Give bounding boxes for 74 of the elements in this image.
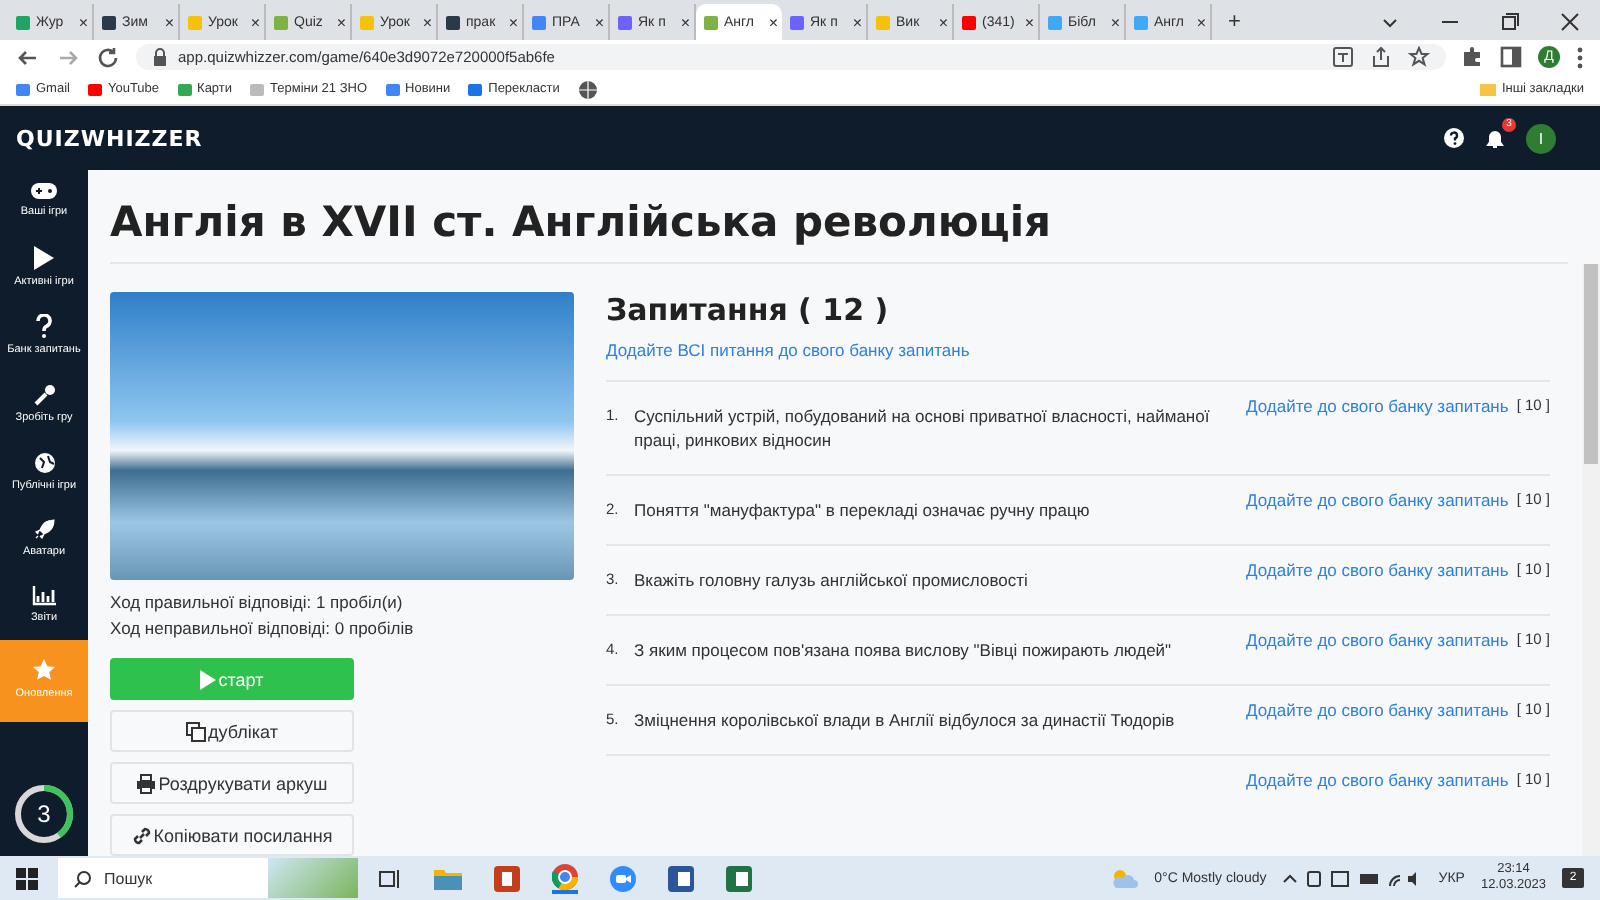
add-to-bank-link[interactable]: Додайте до свого банку запитань: [1246, 770, 1509, 790]
document-app-icon[interactable]: [668, 865, 694, 891]
close-icon[interactable]: ×: [422, 13, 432, 31]
questions-heading: Запитання ( 12 ): [606, 292, 891, 328]
restore-icon[interactable]: [1500, 12, 1520, 32]
game-title: Англія в XVII ст. Англійська революція: [110, 170, 1568, 264]
logo[interactable]: QUIZWHIZZER: [16, 125, 203, 151]
close-icon[interactable]: ×: [1196, 13, 1206, 31]
star-icon: [32, 657, 56, 682]
search-icon: [74, 869, 92, 887]
close-icon[interactable]: ×: [938, 13, 948, 31]
translate-icon[interactable]: [1332, 46, 1354, 68]
new-tab-button[interactable]: +: [1228, 10, 1241, 34]
close-icon[interactable]: ×: [164, 13, 174, 31]
close-icon[interactable]: [1560, 12, 1580, 32]
play-icon: [200, 669, 217, 689]
share-icon[interactable]: [1370, 46, 1392, 68]
close-icon[interactable]: ×: [78, 13, 88, 31]
question-text: З яким процесом пов'язана поява вислову "Вівці пожирають людей": [634, 638, 1174, 662]
duplicate-button[interactable]: дублікат: [110, 710, 354, 752]
question-icon: [36, 314, 52, 339]
play-icon: [34, 245, 54, 270]
question-text: Суспільний устрій, побудований на основі приватної власності, найманої праці, ринкових відносин: [634, 404, 1212, 452]
search-field[interactable]: Пошук: [58, 858, 358, 898]
side-panel-icon[interactable]: [1500, 46, 1522, 68]
close-icon[interactable]: ×: [508, 13, 518, 31]
copy-icon: [186, 721, 207, 741]
close-icon[interactable]: ×: [768, 13, 778, 31]
link-icon: [131, 825, 152, 845]
close-icon[interactable]: ×: [250, 13, 260, 31]
presentation-app-icon[interactable]: [494, 865, 520, 891]
close-icon[interactable]: ×: [1110, 13, 1120, 31]
close-icon[interactable]: ×: [852, 13, 862, 31]
close-icon[interactable]: ×: [1024, 13, 1034, 31]
add-to-bank-link[interactable]: Додайте до свого банку запитань: [1246, 560, 1509, 580]
close-icon[interactable]: ×: [594, 13, 604, 31]
add-to-bank-link[interactable]: Додайте до свого банку запитань: [1246, 396, 1509, 416]
question-text: Поняття "мануфактура" в перекладі означає ручну працю: [634, 498, 1092, 522]
print-button[interactable]: Роздрукувати аркуш: [110, 762, 354, 804]
level-number: 3: [37, 800, 51, 828]
folder-icon[interactable]: [434, 867, 462, 889]
bell-icon[interactable]: [1484, 127, 1506, 149]
printer-icon: [136, 773, 157, 793]
level-ring: [12, 782, 76, 846]
windows-start-icon[interactable]: [16, 867, 38, 889]
help-icon[interactable]: [1444, 128, 1464, 148]
close-icon[interactable]: ×: [336, 13, 346, 31]
chart-icon: [32, 586, 56, 607]
reload-icon[interactable]: [96, 45, 120, 69]
scrollbar[interactable]: [1582, 264, 1600, 856]
add-to-bank-link[interactable]: Додайте до свого банку запитань: [1246, 630, 1509, 650]
spreadsheet-app-icon[interactable]: [726, 865, 752, 891]
puzzle-icon[interactable]: [1462, 46, 1484, 68]
user-avatar[interactable]: I: [1526, 123, 1556, 153]
rocket-icon: [33, 518, 55, 541]
menu-icon[interactable]: [1576, 45, 1584, 69]
link-button[interactable]: Копіювати посилання: [110, 814, 354, 856]
browser-app-icon[interactable]: [552, 863, 578, 893]
cloud-sun-icon: [1110, 867, 1139, 889]
move-text: Ход неправильної відповіді: 0 пробілів: [110, 616, 416, 642]
add-to-bank-link[interactable]: Додайте до свого банку запитань: [1246, 700, 1509, 720]
landscape-picture: [268, 858, 358, 898]
add-to-bank-link[interactable]: Додайте до свого банку запитань: [1246, 490, 1509, 510]
back-icon[interactable]: [16, 45, 40, 69]
add-all-link[interactable]: Додайте ВСІ питання до свого банку запитань: [606, 340, 970, 380]
star-icon[interactable]: [1408, 46, 1430, 68]
video-call-app-icon[interactable]: [610, 865, 636, 891]
question-text: Зміцнення королівської влади в Англії відбулося за династії Тюдорів: [634, 708, 1177, 732]
question-text: Вкажіть головну галузь англійської промисловості: [634, 568, 1030, 592]
lock-icon: [152, 48, 168, 66]
task-view-icon[interactable]: [378, 867, 402, 889]
close-icon[interactable]: ×: [680, 13, 690, 31]
move-text: Ход правильної відповіді: 1 пробіл(и): [110, 590, 405, 616]
gamepad-icon: [30, 182, 58, 200]
